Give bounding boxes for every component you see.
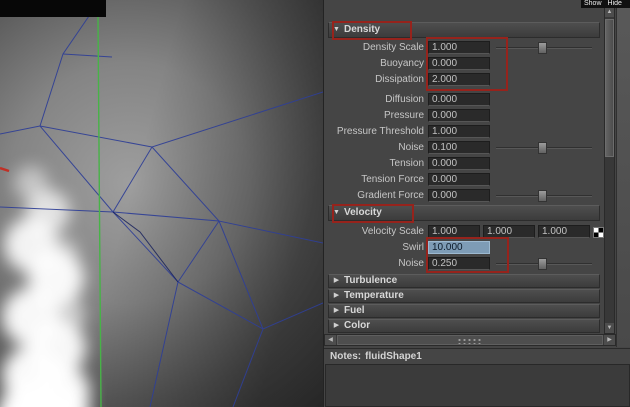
- attr-row-tension-force: Tension Force 0.000: [324, 172, 602, 188]
- section-title-turbulence: Turbulence: [344, 275, 398, 286]
- attribute-editor-panel: ▼ Density Density Scale 1.000 Buoyancy 0.…: [323, 0, 630, 407]
- attr-row-noise: Noise 0.100: [324, 140, 602, 156]
- attr-row-tension: Tension 0.000: [324, 156, 602, 172]
- chevron-down-icon: ▼: [333, 209, 340, 216]
- field-tension-force[interactable]: 0.000: [428, 173, 490, 186]
- attr-row-buoyancy: Buoyancy 0.000: [324, 56, 602, 72]
- horizontal-scrollbar[interactable]: ◀ ▶: [324, 334, 616, 346]
- scroll-grip-dots-icon: [457, 338, 483, 344]
- section-header-turbulence[interactable]: ▶ Turbulence: [328, 274, 600, 288]
- attr-label: Tension Force: [361, 174, 424, 185]
- attr-row-gradient-force: Gradient Force 0.000: [324, 188, 602, 204]
- attr-label: Dissipation: [375, 74, 424, 85]
- section-header-density[interactable]: ▼ Density: [328, 22, 600, 38]
- attr-label: Density Scale: [362, 42, 424, 53]
- slider-handle[interactable]: [538, 258, 547, 270]
- attr-row-pressure-threshold: Pressure Threshold 1.000: [324, 124, 602, 140]
- field-diffusion[interactable]: 0.000: [428, 93, 490, 106]
- attr-label: Swirl: [402, 242, 424, 253]
- field-tension[interactable]: 0.000: [428, 157, 490, 170]
- field-gradient-force[interactable]: 0.000: [428, 189, 490, 202]
- notes-bar: Notes: fluidShape1: [324, 348, 630, 364]
- velocity-noise-slider[interactable]: [496, 258, 592, 270]
- scroll-right-button[interactable]: ▶: [604, 335, 615, 345]
- field-velocity-scale-x[interactable]: 1.000: [428, 225, 480, 238]
- y-axis-line: [97, 16, 102, 407]
- chevron-down-icon: ▼: [333, 26, 340, 33]
- chevron-right-icon: ▶: [333, 307, 340, 314]
- attr-row-swirl: Swirl 10.000: [324, 240, 602, 256]
- attr-row-diffusion: Diffusion 0.000: [324, 92, 602, 108]
- noise-slider[interactable]: [496, 142, 592, 154]
- section-header-temperature[interactable]: ▶ Temperature: [328, 289, 600, 303]
- hide-button[interactable]: Hide: [608, 0, 622, 8]
- attr-label: Diffusion: [385, 94, 424, 105]
- attr-row-velocity-noise: Noise 0.250: [324, 256, 602, 272]
- slider-handle[interactable]: [538, 190, 547, 202]
- attr-row-dissipation: Dissipation 2.000: [324, 72, 602, 88]
- attr-label: Gradient Force: [357, 190, 424, 201]
- horizontal-scroll-thumb[interactable]: [337, 335, 603, 345]
- field-dissipation[interactable]: 2.000: [428, 73, 490, 86]
- arrow-up-icon: ▲: [606, 9, 613, 15]
- field-noise[interactable]: 0.100: [428, 141, 490, 154]
- slider-handle[interactable]: [538, 42, 547, 54]
- slider-handle[interactable]: [538, 142, 547, 154]
- attr-label: Noise: [398, 258, 424, 269]
- arrow-down-icon: ▼: [606, 325, 613, 331]
- field-pressure-threshold[interactable]: 1.000: [428, 125, 490, 138]
- attr-label: Pressure Threshold: [336, 126, 424, 137]
- section-header-color[interactable]: ▶ Color: [328, 319, 600, 333]
- texture-map-button[interactable]: [593, 227, 604, 238]
- chevron-right-icon: ▶: [333, 292, 340, 299]
- viewport[interactable]: [0, 0, 323, 407]
- field-swirl[interactable]: 10.000: [428, 241, 490, 254]
- attr-row-velocity-scale: Velocity Scale 1.000 1.000 1.000: [324, 224, 604, 240]
- field-velocity-scale-y[interactable]: 1.000: [483, 225, 535, 238]
- section-header-fuel[interactable]: ▶ Fuel: [328, 304, 600, 318]
- wireframe-overlay: [0, 0, 323, 407]
- attr-label: Buoyancy: [380, 58, 424, 69]
- scroll-down-button[interactable]: ▼: [605, 323, 614, 333]
- field-buoyancy[interactable]: 0.000: [428, 57, 490, 70]
- chevron-right-icon: ▶: [333, 322, 340, 329]
- density-scale-slider[interactable]: [496, 42, 592, 54]
- section-title-density: Density: [344, 24, 381, 35]
- arrow-left-icon: ◀: [328, 337, 333, 343]
- show-button[interactable]: Show: [584, 0, 602, 8]
- red-tick: [0, 166, 10, 173]
- vertical-scrollbar[interactable]: ▲ ▼: [604, 6, 615, 334]
- field-pressure[interactable]: 0.000: [428, 109, 490, 122]
- field-velocity-noise[interactable]: 0.250: [428, 257, 490, 270]
- notes-node-name: fluidShape1: [365, 351, 422, 362]
- attr-label: Pressure: [383, 110, 424, 121]
- section-header-velocity[interactable]: ▼ Velocity: [328, 205, 600, 221]
- chevron-right-icon: ▶: [333, 277, 340, 284]
- field-velocity-scale-z[interactable]: 1.000: [538, 225, 590, 238]
- notes-label: Notes:: [330, 351, 362, 362]
- section-title-temperature: Temperature: [344, 290, 404, 301]
- gradient-force-slider[interactable]: [496, 190, 592, 202]
- scroll-up-button[interactable]: ▲: [605, 7, 614, 17]
- scroll-left-button[interactable]: ◀: [325, 335, 336, 345]
- attr-label: Tension: [389, 158, 424, 169]
- attr-label: Velocity Scale: [361, 226, 424, 237]
- section-title-velocity: Velocity: [344, 207, 382, 218]
- panel-right-gutter: [616, 0, 630, 347]
- section-title-color: Color: [344, 320, 371, 331]
- vertical-scroll-thumb[interactable]: [605, 19, 614, 157]
- attr-row-pressure: Pressure 0.000: [324, 108, 602, 124]
- arrow-right-icon: ▶: [607, 337, 612, 343]
- attr-row-density-scale: Density Scale 1.000: [324, 40, 602, 56]
- maya-window: ▼ Density Density Scale 1.000 Buoyancy 0.…: [0, 0, 630, 407]
- notes-field[interactable]: [325, 364, 630, 407]
- field-density-scale[interactable]: 1.000: [428, 41, 490, 54]
- viewport-top-black-bar: [0, 0, 106, 17]
- section-title-fuel: Fuel: [344, 305, 365, 316]
- show-hide-bar: Show Hide: [581, 0, 630, 8]
- attr-label: Noise: [398, 142, 424, 153]
